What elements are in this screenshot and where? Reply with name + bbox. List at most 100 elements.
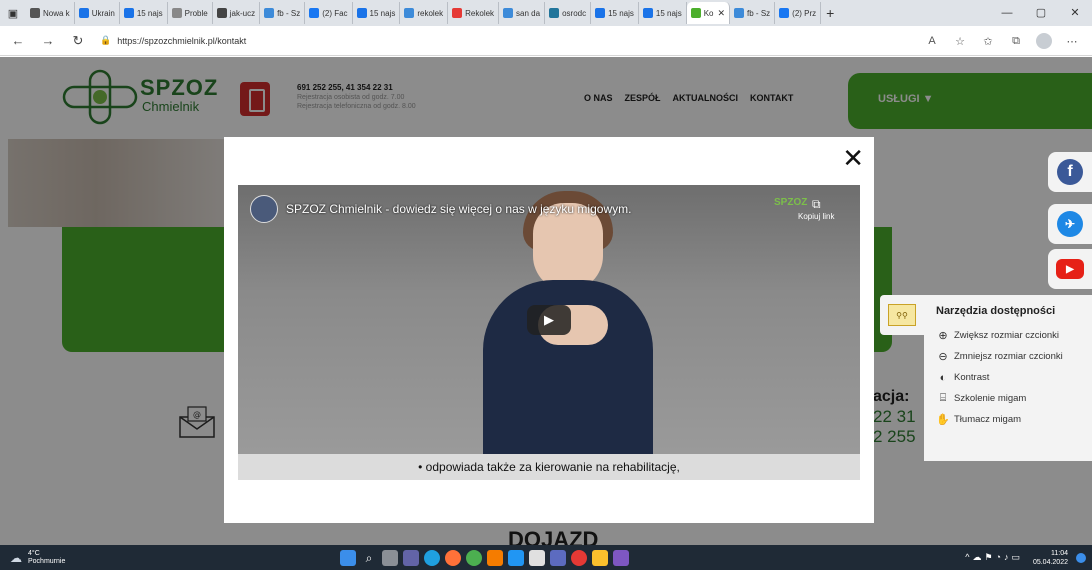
paint-icon[interactable] [613, 549, 629, 566]
url-field[interactable]: 🔒 https://spzozchmielnik.pl/kontakt [100, 30, 246, 52]
browser-tab[interactable]: rekolek [400, 2, 449, 24]
browser-tab[interactable]: (2) Prz [775, 2, 822, 24]
tab-label: Ukrain [91, 8, 115, 18]
tab-favicon-icon [309, 8, 320, 18]
messenger-button[interactable]: ✈ [1048, 204, 1092, 244]
tab-label: fb - Sz [747, 8, 771, 18]
browser-tab[interactable]: fb - Sz [730, 2, 776, 24]
tab-favicon-icon [503, 8, 514, 18]
accessibility-item-label: Zmniejsz rozmiar czcionki [954, 351, 1063, 362]
close-modal-button[interactable]: ✕ [842, 143, 864, 173]
minimize-button[interactable]: — [990, 0, 1024, 26]
accessibility-item[interactable]: ◐ Kontrast [936, 367, 1080, 388]
new-tab-button[interactable]: + [821, 5, 839, 21]
browser-tab[interactable]: 15 najs [353, 2, 401, 24]
file-explorer-icon[interactable] [592, 549, 608, 566]
tab-favicon-icon [595, 8, 606, 18]
tray-icons[interactable]: ^☁⚑◔♪▭ [965, 552, 1023, 563]
copy-link-button[interactable]: ⧉ Kopiuj link [798, 197, 834, 221]
collections-icon[interactable]: ⧉ [1002, 35, 1030, 48]
file-icon[interactable] [529, 549, 545, 566]
tab-actions-icon[interactable]: ▣ [0, 0, 26, 26]
firefox-icon[interactable] [445, 549, 461, 566]
video-modal: ✕ SPZOZ Chmielnik - dowiedz się więcej o… [224, 137, 874, 523]
back-button[interactable]: ← [6, 33, 30, 48]
tab-label: fb - Sz [277, 8, 301, 18]
youtube-button[interactable]: ▶ [1048, 249, 1092, 289]
browser-tab[interactable]: Proble [168, 2, 213, 24]
tab-label: (2) Prz [792, 8, 817, 18]
accessibility-item[interactable]: ⌸ Szkolenie migam [936, 388, 1080, 409]
maximize-button[interactable]: ▢ [1024, 0, 1058, 26]
tab-label: (2) Fac [322, 8, 348, 18]
system-tray: ^☁⚑◔♪▭ 11:04 05.04.2022 [965, 545, 1086, 570]
video-title[interactable]: SPZOZ Chmielnik - dowiedz się więcej o n… [286, 202, 631, 216]
play-button[interactable]: ▶ [527, 305, 571, 335]
opera-icon[interactable] [571, 549, 587, 566]
browser-tab[interactable]: fb - Sz [260, 2, 306, 24]
tab-label: Rekolek [465, 8, 495, 18]
browser-toolbar: A ☆ ✩ ⧉ ⋯ [918, 26, 1086, 56]
browser-tab[interactable]: osrodc [545, 2, 592, 24]
browser-tab[interactable]: san da [499, 2, 546, 24]
copy-link-label: Kopiuj link [798, 212, 835, 221]
more-menu-icon[interactable]: ⋯ [1058, 35, 1086, 48]
weather-temp: 4°C [28, 549, 40, 557]
browser-tab[interactable]: Rekolek [448, 2, 500, 24]
refresh-button[interactable]: ↻ [66, 33, 90, 49]
youtube-icon: ▶ [1056, 259, 1084, 279]
tab-label: Nowa k [43, 8, 70, 18]
favorites-icon[interactable]: ✩ [974, 35, 1002, 48]
tab-favicon-icon [78, 8, 89, 18]
document-icon[interactable] [508, 549, 524, 566]
video-player[interactable]: SPZOZ Chmielnik - dowiedz się więcej o n… [238, 185, 860, 454]
play-icon: ▶ [544, 312, 554, 327]
browser-tab[interactable]: (2) Fac [305, 2, 353, 24]
clock-time: 11:04 [1051, 549, 1068, 557]
browser-tab[interactable]: Nowa k [26, 2, 75, 24]
tab-favicon-icon [30, 8, 40, 18]
facebook-button[interactable]: f [1048, 152, 1092, 192]
notification-icon[interactable] [1076, 552, 1086, 563]
edge-icon[interactable] [424, 549, 440, 566]
tab-favicon-icon [642, 8, 653, 18]
contrast-icon: ◐ [939, 371, 947, 384]
browser-tab[interactable]: Ko ✕ [686, 2, 731, 24]
zoom-out-icon: ⊖ [938, 351, 948, 363]
taskbar-apps: ⌕ [340, 545, 629, 570]
accessibility-panel: Narzędzia dostępności ⊕ Zwiększ rozmiar c… [924, 295, 1092, 461]
close-window-button[interactable]: ✕ [1058, 0, 1092, 26]
chrome-icon[interactable] [466, 549, 482, 566]
windows-taskbar: ☁ 4°C Pochmurnie ⌕ ^☁⚑◔♪▭ 11:04 05.04.20… [0, 545, 1092, 570]
accessibility-item[interactable]: ⊕ Zwiększ rozmiar czcionki [936, 325, 1080, 346]
channel-avatar[interactable] [250, 195, 278, 223]
close-tab-icon[interactable]: ✕ [717, 8, 725, 19]
accessibility-item[interactable]: ✋ Tłumacz migam [936, 409, 1080, 430]
accessibility-icon: ⚲⚲ [888, 304, 916, 326]
read-aloud-icon[interactable]: A [918, 35, 946, 47]
weather-widget[interactable]: ☁ 4°C Pochmurnie [10, 550, 65, 566]
forward-button[interactable]: → [36, 33, 60, 48]
start-icon[interactable] [340, 549, 356, 566]
profile-avatar[interactable] [1036, 33, 1052, 49]
accessibility-item[interactable]: ⊖ Zmniejsz rozmiar czcionki [936, 346, 1080, 367]
browser-tab[interactable]: 15 najs [591, 2, 639, 24]
tab-label: Proble [184, 8, 208, 18]
messenger-app-icon[interactable] [550, 549, 566, 566]
accessibility-toggle[interactable]: ⚲⚲ [880, 295, 924, 335]
app-icon-orange[interactable] [487, 549, 503, 566]
tab-label: 15 najs [136, 8, 163, 18]
teams-icon[interactable] [403, 549, 419, 566]
tab-favicon-icon [171, 8, 182, 18]
browser-tab[interactable]: 15 najs [120, 2, 168, 24]
task-view-icon[interactable] [382, 549, 398, 566]
browser-tab[interactable]: Ukrain [75, 2, 120, 24]
favorite-star-icon[interactable]: ☆ [946, 35, 974, 48]
browser-tab-strip: ▣ Nowa k Ukrain 15 najs Proble jak-ucz fb - S… [0, 0, 1092, 26]
tab-favicon-icon [216, 8, 227, 18]
tab-favicon-icon [690, 8, 701, 18]
search-icon[interactable]: ⌕ [361, 550, 377, 566]
clock[interactable]: 11:04 05.04.2022 [1033, 549, 1068, 567]
browser-tab[interactable]: jak-ucz [213, 2, 261, 24]
browser-tab[interactable]: 15 najs [639, 2, 687, 24]
